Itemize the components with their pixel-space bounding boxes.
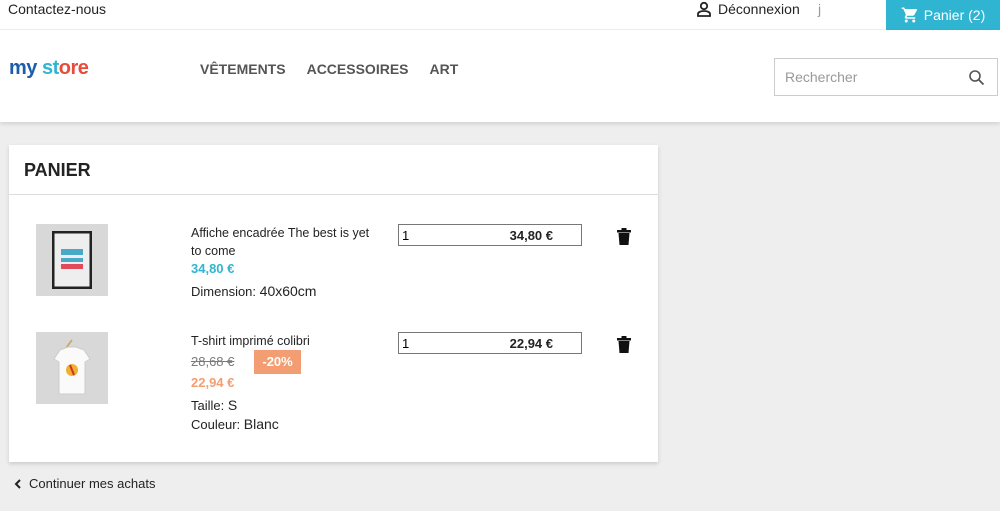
contact-link[interactable]: Contactez-nous [8,1,106,17]
top-bar: Contactez-nous Déconnexion j Panier (2) [0,0,1000,30]
poster-image [52,231,92,289]
product-info: T-shirt imprimé colibri 28,68 € -20% 22,9… [191,332,371,434]
cart-panel: PANIER Affiche encadrée The best is yet … [9,145,658,462]
attr-value: 40x60cm [259,283,317,299]
quantity-field: 22,94 € [398,332,582,354]
header: my store VÊTEMENTS ACCESSOIRES ART [0,30,1000,122]
attr-label: Dimension: [191,284,257,299]
trash-icon[interactable] [617,336,631,353]
logout-label: Déconnexion [718,1,800,17]
product-attribute: Dimension: 40x60cm [191,282,371,301]
cart-button[interactable]: Panier (2) [886,0,1000,30]
cart-title: PANIER [24,160,91,180]
divider [9,194,658,195]
continue-shopping-link[interactable]: Continuer mes achats [14,476,155,491]
product-price: 34,80 € [191,261,235,276]
nav-accessoires[interactable]: ACCESSOIRES [307,61,409,77]
nav-art[interactable]: ART [430,61,459,77]
product-image[interactable] [36,224,108,296]
store-logo[interactable]: my store [9,57,89,80]
search-input[interactable] [775,59,955,95]
user-icon [697,1,711,17]
product-name[interactable]: T-shirt imprimé colibri [191,332,371,350]
attr-label: Couleur: [191,417,241,432]
attr-value: S [227,397,238,413]
product-price: 22,94 € [191,375,235,390]
product-attribute: Couleur: Blanc [191,415,371,434]
product-image[interactable] [36,332,108,404]
nav-vetements[interactable]: VÊTEMENTS [200,61,286,77]
product-attribute: Taille: S [191,396,371,415]
quantity-input[interactable] [399,333,459,353]
cart-icon [901,7,917,23]
attr-value: Blanc [243,416,279,432]
line-total: 22,94 € [509,336,553,351]
quantity-input[interactable] [399,225,459,245]
attr-label: Taille: [191,398,225,413]
continue-label: Continuer mes achats [29,476,156,491]
product-name[interactable]: Affiche encadrée The best is yet to come [191,224,371,260]
trash-icon[interactable] [617,228,631,245]
main-nav: VÊTEMENTS ACCESSOIRES ART [200,61,458,77]
regular-price: 28,68 € [191,354,235,369]
chevron-left-icon [14,478,21,489]
cart-label: Panier (2) [923,7,986,23]
discount-badge: -20% [254,350,301,374]
search-box [774,58,998,96]
user-name: j [818,1,822,17]
product-info: Affiche encadrée The best is yet to come… [191,224,371,301]
logout-link[interactable]: Déconnexion [696,1,800,17]
tshirt-image [53,339,91,395]
search-icon[interactable] [968,69,985,86]
quantity-field: 34,80 € [398,224,582,246]
line-total: 34,80 € [509,228,553,243]
